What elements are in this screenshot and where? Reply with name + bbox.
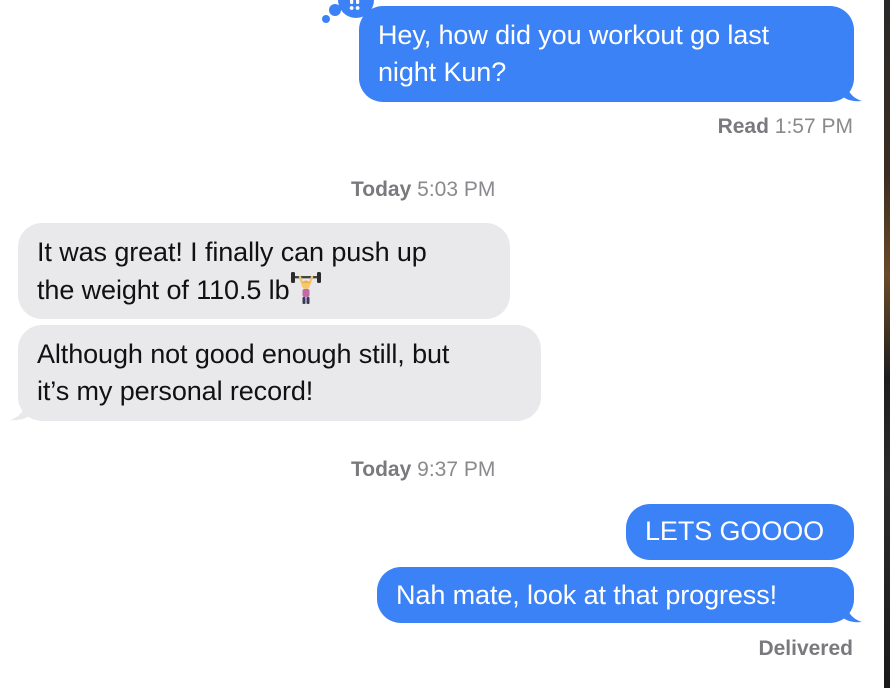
timestamp-divider: Today 9:37 PM bbox=[351, 458, 495, 482]
weight-lifter-emoji bbox=[291, 272, 322, 304]
read-time: 1:57 PM bbox=[774, 115, 853, 138]
message-text-line: Hey, how did you workout go last bbox=[378, 20, 770, 50]
divider-day: Today bbox=[351, 458, 412, 481]
message-text-line: Although not good enough still, but bbox=[37, 339, 450, 369]
delivered-label: Delivered bbox=[758, 637, 853, 660]
message-text-line: LETS GOOOO bbox=[645, 516, 825, 546]
bubble-tail bbox=[842, 80, 862, 102]
divider-time: 9:37 PM bbox=[417, 458, 496, 481]
bubble-tail bbox=[10, 399, 30, 421]
message-text-line: the weight of 110.5 lb bbox=[37, 275, 290, 305]
read-receipt: Read 1:57 PM bbox=[718, 115, 853, 139]
message-bubble-received[interactable]: It was great! I finally can push up the … bbox=[18, 223, 510, 319]
message-text-line: night Kun? bbox=[378, 57, 507, 87]
divider-day: Today bbox=[351, 178, 412, 201]
message-text-line: it’s my personal record! bbox=[37, 376, 314, 406]
message-bubble-sent[interactable]: LETS GOOOO bbox=[626, 504, 854, 560]
divider-time: 5:03 PM bbox=[417, 178, 496, 201]
timestamp-divider: Today 5:03 PM bbox=[351, 178, 495, 202]
delivery-status: Delivered bbox=[758, 637, 853, 661]
message-bubble-received[interactable]: Although not good enough still, but it’s… bbox=[18, 325, 541, 421]
message-text-line: It was great! I finally can push up bbox=[37, 237, 427, 267]
message-bubble-sent[interactable]: Hey, how did you workout go last night K… bbox=[359, 6, 854, 102]
background-edge bbox=[884, 0, 890, 688]
bubble-tail bbox=[842, 601, 862, 623]
message-text-line: Nah mate, look at that progress! bbox=[396, 580, 777, 610]
read-label: Read bbox=[717, 115, 769, 138]
message-bubble-sent[interactable]: Nah mate, look at that progress! bbox=[377, 567, 854, 623]
